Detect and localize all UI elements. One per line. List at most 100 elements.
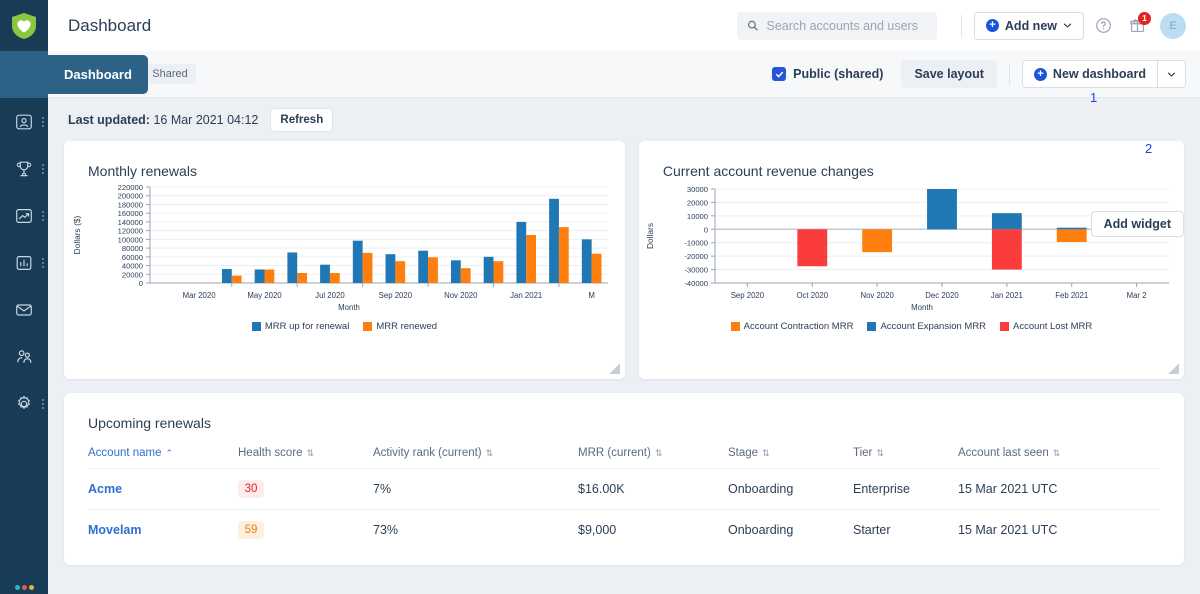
legend-swatch — [867, 322, 876, 331]
sort-icon: ⇅ — [1053, 448, 1061, 458]
column-header-account-name[interactable]: Account name⌃ — [88, 447, 238, 469]
account-link[interactable]: Acme — [88, 482, 122, 496]
sidebar-item-settings[interactable] — [0, 380, 48, 427]
chevron-down-icon — [1063, 21, 1072, 30]
legend-item[interactable]: Account Expansion MRR — [867, 321, 986, 332]
avatar[interactable]: E — [1160, 13, 1186, 39]
search-box[interactable] — [737, 12, 937, 40]
column-header-stage[interactable]: Stage⇅ — [728, 447, 853, 469]
sidebar-overflow-dots[interactable] — [41, 397, 45, 411]
widget-revenue-changes: Current account revenue changes 30000200… — [639, 141, 1184, 379]
svg-text:10000: 10000 — [687, 212, 708, 221]
svg-text:Dollars: Dollars — [645, 223, 655, 249]
column-header-tier[interactable]: Tier⇅ — [853, 447, 958, 469]
column-header-label: Activity rank (current) — [373, 447, 482, 459]
header-actions: + Add new 1 — [737, 11, 1186, 41]
legend-label: MRR up for renewal — [265, 321, 349, 332]
sidebar-overflow-dots[interactable] — [41, 115, 45, 129]
chart-canvas: 0200004000060000800001000001200001400001… — [64, 179, 624, 319]
dashboard-toolbar: Renewals Shared Public (shared) Save lay… — [48, 51, 1200, 98]
legend-label: Account Contraction MRR — [744, 321, 854, 332]
cell-tier: Starter — [853, 510, 958, 551]
svg-text:Jan 2021: Jan 2021 — [510, 291, 542, 300]
cell-tier: Enterprise — [853, 469, 958, 510]
svg-text:Dollars ($): Dollars ($) — [72, 215, 82, 254]
legend-item[interactable]: MRR up for renewal — [252, 321, 349, 332]
table-row[interactable]: Movelam5973%$9,000OnboardingStarter15 Ma… — [88, 510, 1160, 551]
sort-icon: ⇅ — [307, 448, 315, 458]
sidebar-item-analytics[interactable] — [0, 239, 48, 286]
legend-label: Account Expansion MRR — [880, 321, 986, 332]
add-widget-button[interactable]: Add widget — [1091, 211, 1184, 237]
account-link[interactable]: Movelam — [88, 523, 142, 537]
legend-item[interactable]: Account Contraction MRR — [731, 321, 854, 332]
sort-icon: ⇅ — [655, 448, 663, 458]
legend-item[interactable]: MRR renewed — [363, 321, 437, 332]
svg-text:80000: 80000 — [122, 244, 143, 253]
svg-text:60000: 60000 — [122, 253, 143, 262]
cell-mrr: $16.00K — [578, 469, 728, 510]
last-updated-text: Last updated: 16 Mar 2021 04:12 — [68, 113, 258, 127]
sidebar-item-messages[interactable] — [0, 286, 48, 333]
widget-resize-handle[interactable] — [609, 363, 620, 374]
cell-activity-rank: 73% — [373, 510, 578, 551]
add-new-button[interactable]: + Add new — [974, 12, 1084, 40]
gifts-button[interactable]: 1 — [1122, 11, 1152, 41]
svg-text:-10000: -10000 — [684, 239, 708, 248]
legend-label: MRR renewed — [376, 321, 437, 332]
cell-account-name: Movelam — [88, 510, 238, 551]
sidebar-overflow-dots[interactable] — [41, 209, 45, 223]
svg-text:Jul 2020: Jul 2020 — [315, 291, 345, 300]
svg-text:Mar 2020: Mar 2020 — [183, 291, 217, 300]
sidebar-item-success-plans[interactable] — [0, 145, 48, 192]
sidebar-item-contacts[interactable] — [0, 98, 48, 145]
sidebar-overflow-dots[interactable] — [41, 162, 45, 176]
public-shared-label: Public (shared) — [793, 67, 883, 81]
widget-upcoming-renewals: Upcoming renewals Account name⌃Health sc… — [64, 393, 1184, 565]
sort-icon: ⇅ — [876, 448, 884, 458]
svg-text:Mar 2: Mar 2 — [1126, 291, 1146, 300]
svg-text:200000: 200000 — [118, 192, 143, 201]
new-dashboard-button[interactable]: + New dashboard — [1022, 60, 1158, 88]
help-button[interactable] — [1088, 11, 1118, 41]
svg-text:Nov 2020: Nov 2020 — [444, 291, 478, 300]
column-header-activity-rank-current[interactable]: Activity rank (current)⇅ — [373, 447, 578, 469]
table-header-row: Account name⌃Health score ⇅ Activity rank … — [88, 447, 1160, 469]
widget-title: Current account revenue changes — [639, 141, 1184, 179]
svg-text:Nov 2020: Nov 2020 — [860, 291, 894, 300]
widget-resize-handle[interactable] — [1168, 363, 1179, 374]
new-dashboard-dropdown-button[interactable] — [1158, 60, 1186, 88]
cell-health-score: 30 — [238, 469, 373, 510]
refresh-button[interactable]: Refresh — [270, 108, 333, 132]
chart-legend: Account Contraction MRR Account Expansio… — [639, 321, 1184, 332]
column-header-health-score[interactable]: Health score ⇅ — [238, 447, 373, 469]
legend-swatch — [363, 322, 372, 331]
svg-text:Sep 2020: Sep 2020 — [731, 291, 765, 300]
cell-activity-rank: 7% — [373, 469, 578, 510]
svg-text:Month: Month — [338, 303, 360, 312]
sidebar-overflow-dots[interactable] — [41, 256, 45, 270]
column-header-account-last-seen[interactable]: Account last seen⇅ — [958, 447, 1160, 469]
save-layout-button[interactable]: Save layout — [901, 60, 996, 88]
legend-item[interactable]: Account Lost MRR — [1000, 321, 1092, 332]
column-header-label: Health score — [238, 447, 303, 459]
table-row[interactable]: Acme307%$16.00KOnboardingEnterprise15 Ma… — [88, 469, 1160, 510]
last-updated-label: Last updated: — [68, 113, 150, 127]
search-input[interactable] — [766, 19, 926, 33]
column-header-label: Account name — [88, 447, 162, 459]
sidebar-item-users[interactable] — [0, 333, 48, 380]
sort-icon: ⇅ — [762, 448, 770, 458]
cell-health-score: 59 — [238, 510, 373, 551]
svg-text:-40000: -40000 — [684, 279, 708, 288]
sidebar-item-reports[interactable] — [0, 192, 48, 239]
svg-text:0: 0 — [139, 279, 143, 288]
svg-text:100000: 100000 — [118, 235, 143, 244]
public-shared-checkbox[interactable]: Public (shared) — [772, 67, 883, 81]
legend-label: Account Lost MRR — [1013, 321, 1092, 332]
dashboard-toolbar-actions: Public (shared) Save layout + New dashbo… — [772, 60, 1186, 88]
svg-text:-20000: -20000 — [684, 252, 708, 261]
app-logo[interactable] — [0, 0, 48, 51]
search-icon — [747, 19, 759, 32]
question-circle-icon — [1095, 17, 1112, 34]
column-header-mrr-current[interactable]: MRR (current)⇅ — [578, 447, 728, 469]
